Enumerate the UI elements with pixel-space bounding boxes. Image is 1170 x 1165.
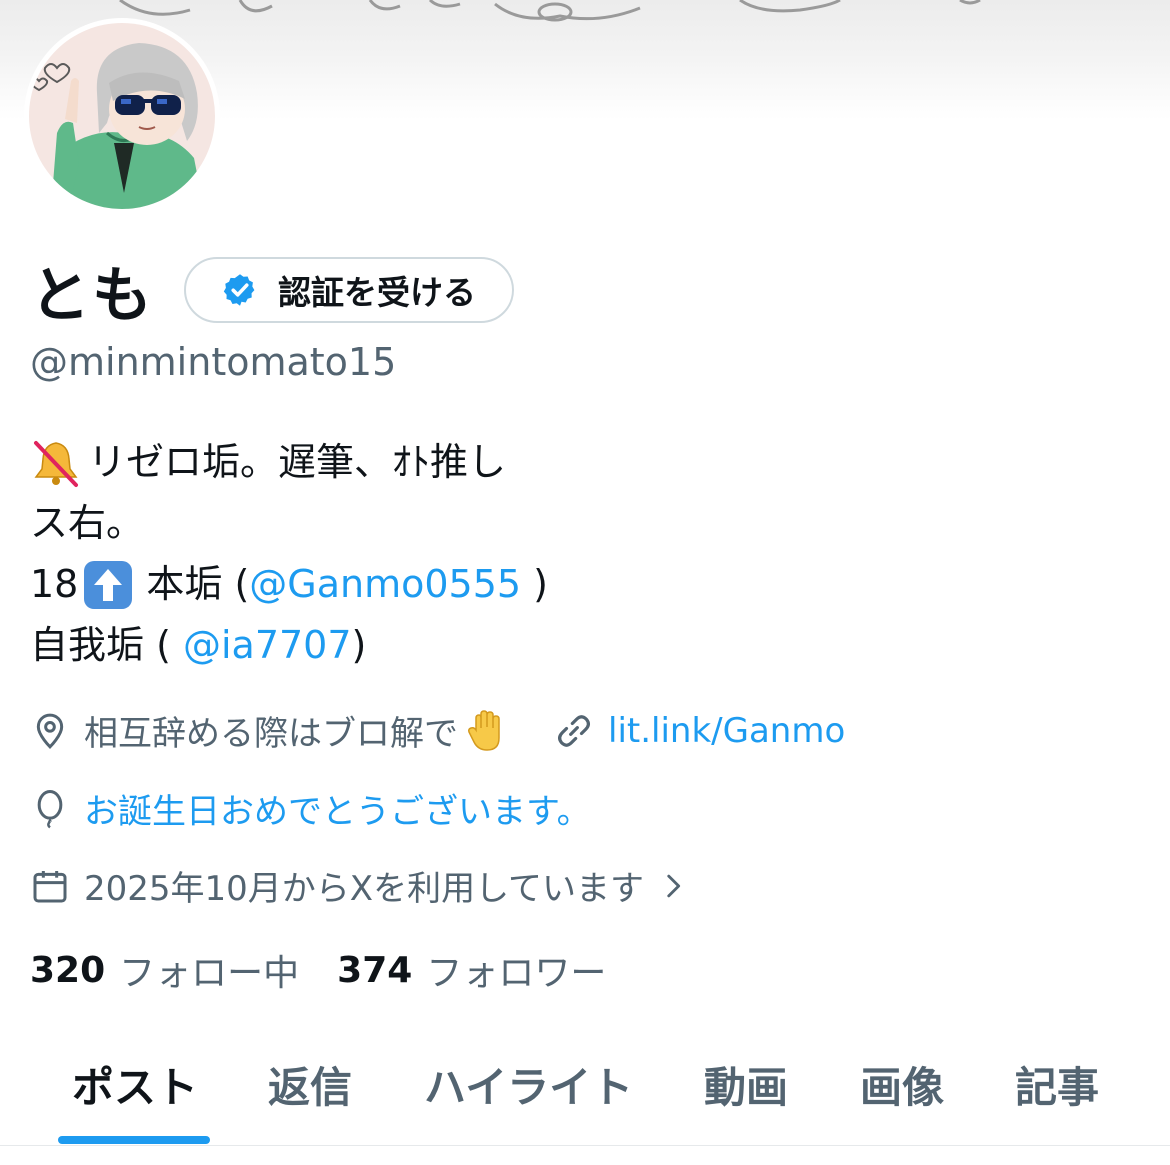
following-count[interactable]: 320 — [30, 950, 105, 991]
tab-images[interactable]: 画像 — [860, 1054, 944, 1115]
tabs-divider — [0, 1145, 1170, 1146]
follow-stats: 320 フォロー中 374 フォロワー — [30, 944, 644, 996]
bio-text-4-prefix: 自我垢 ( — [30, 623, 183, 667]
joined-text: 2025年10月からXを利用しています — [84, 869, 645, 909]
following-label[interactable]: フォロー中 — [119, 944, 299, 996]
tab-articles[interactable]: 記事 — [1015, 1054, 1099, 1115]
profile-website-link[interactable]: lit.link/Ganmo — [608, 711, 845, 751]
bio-line-4: 自我垢 ( @ia7707 ) — [30, 615, 548, 676]
followers-count[interactable]: 374 — [337, 950, 412, 991]
profile-tabs: ポスト 返信 ハイライト 動画 画像 記事 — [0, 1040, 1170, 1146]
profile-bio: リゼロ垢。遅筆、ｵﾄ推し ス右。 18 本垢 ( @Ganmo0555 ) 自我… — [30, 432, 548, 676]
bio-text-3-prefix: 18 — [30, 562, 79, 606]
active-tab-indicator — [58, 1136, 210, 1144]
tab-videos[interactable]: 動画 — [704, 1054, 788, 1115]
display-name: とも — [30, 260, 154, 331]
balloon-icon — [37, 789, 63, 828]
bio-text-3: 本垢 ( — [146, 562, 250, 606]
tab-highlights[interactable]: ハイライト — [424, 1054, 633, 1115]
avatar-image — [29, 23, 215, 209]
calendar-icon — [33, 870, 67, 902]
verified-badge-icon — [223, 274, 255, 306]
bio-line-1: リゼロ垢。遅筆、ｵﾄ推し — [30, 432, 548, 493]
joined-row[interactable]: 2025年10月からXを利用しています — [30, 861, 690, 910]
location-link-row: 相互辞める際はブロ解で lit.link/Ganmo — [30, 706, 845, 755]
bio-line-3: 18 本垢 ( @Ganmo0555 ) — [30, 554, 548, 615]
birthday-row: お誕生日おめでとうございます。 — [30, 784, 591, 833]
bio-text-4-suffix: ) — [351, 623, 367, 667]
mention-ganmo[interactable]: @Ganmo0555 — [249, 554, 521, 615]
birthday-text[interactable]: お誕生日おめでとうございます。 — [84, 784, 591, 833]
location-pin-icon — [36, 713, 64, 749]
tab-posts[interactable]: ポスト — [72, 1054, 198, 1115]
get-verified-label: 認証を受ける — [278, 273, 476, 312]
tab-replies[interactable]: 返信 — [268, 1054, 352, 1115]
bio-line-2: ス右。 — [30, 493, 548, 554]
chevron-right-icon — [667, 874, 681, 897]
bio-text-1: リゼロ垢。遅筆、ｵﾄ推し — [88, 440, 507, 484]
raised-hand-emoji-icon — [468, 709, 500, 751]
bio-text-3-suffix: ) — [521, 562, 548, 606]
bio-text-2: ス右。 — [30, 501, 145, 545]
location-text: 相互辞める際はブロ解で — [84, 714, 458, 754]
profile-avatar[interactable] — [24, 18, 220, 214]
link-icon — [558, 714, 590, 747]
get-verified-button[interactable]: 認証を受ける — [184, 257, 514, 323]
mention-ia[interactable]: @ia7707 — [183, 615, 352, 676]
muted-bell-icon — [34, 440, 78, 487]
followers-label[interactable]: フォロワー — [426, 944, 606, 996]
name-row: とも 認証を受ける — [30, 250, 514, 331]
profile-handle: @minmintomato15 — [30, 340, 397, 384]
up-arrow-emoji-icon — [84, 560, 133, 609]
